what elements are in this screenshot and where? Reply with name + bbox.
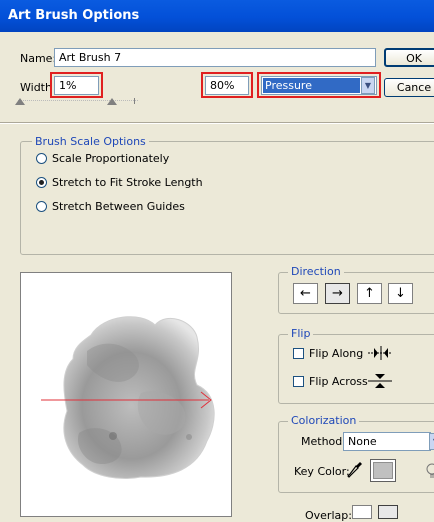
direction-title: Direction bbox=[288, 265, 344, 278]
slider-tick bbox=[134, 98, 135, 104]
window-title: Art Brush Options bbox=[8, 8, 140, 23]
overlap-label: Overlap: bbox=[305, 509, 352, 522]
max-width-input[interactable]: 80% bbox=[205, 76, 249, 95]
title-bar: Art Brush Options bbox=[0, 0, 434, 32]
brush-blob-image bbox=[41, 316, 215, 479]
name-label: Name: bbox=[20, 52, 57, 65]
variation-value: Pressure bbox=[263, 78, 360, 93]
key-color-swatch bbox=[373, 462, 393, 479]
flip-across-label: Flip Across bbox=[309, 375, 368, 388]
direction-up-button[interactable]: ↑ bbox=[357, 283, 382, 304]
max-slider-handle[interactable] bbox=[107, 98, 117, 105]
stretch-between-guides-label: Stretch Between Guides bbox=[52, 200, 185, 213]
cancel-button[interactable]: Cance bbox=[384, 78, 434, 97]
separator bbox=[0, 122, 434, 124]
direction-down-button[interactable]: ↓ bbox=[388, 283, 413, 304]
brush-scale-title: Brush Scale Options bbox=[32, 135, 149, 148]
flip-title: Flip bbox=[288, 327, 314, 340]
direction-right-button[interactable]: → bbox=[325, 283, 350, 304]
radio-scale-proportionately[interactable] bbox=[36, 153, 47, 164]
brush-preview bbox=[20, 272, 232, 517]
method-dropdown-chevron-icon[interactable]: ▼ bbox=[429, 433, 434, 450]
width-label: Width bbox=[20, 81, 52, 94]
flip-across-checkbox[interactable] bbox=[293, 376, 304, 387]
flip-along-label: Flip Along bbox=[309, 347, 364, 360]
min-width-input[interactable]: 1% bbox=[54, 76, 99, 95]
flip-along-checkbox[interactable] bbox=[293, 348, 304, 359]
method-label: Method: bbox=[301, 435, 346, 448]
name-input[interactable]: Art Brush 7 bbox=[54, 48, 376, 67]
colorization-title: Colorization bbox=[288, 414, 360, 427]
tips-lightbulb-icon[interactable] bbox=[424, 462, 434, 480]
width-slider-track bbox=[18, 100, 138, 102]
chevron-down-icon[interactable]: ▼ bbox=[361, 77, 375, 94]
radio-stretch-between-guides[interactable] bbox=[36, 201, 47, 212]
key-color-label: Key Color: bbox=[294, 465, 350, 478]
stretch-to-fit-label: Stretch to Fit Stroke Length bbox=[52, 176, 203, 189]
flip-group bbox=[278, 334, 434, 404]
flip-across-icon bbox=[368, 374, 392, 388]
scale-proportionately-label: Scale Proportionately bbox=[52, 152, 170, 165]
key-color-swatch-frame[interactable] bbox=[370, 459, 396, 482]
ok-button[interactable]: OK bbox=[384, 48, 434, 67]
min-slider-handle[interactable] bbox=[15, 98, 25, 105]
flip-along-icon bbox=[368, 346, 392, 360]
radio-stretch-to-fit[interactable] bbox=[36, 177, 47, 188]
variation-select[interactable]: Pressure ▼ bbox=[261, 76, 377, 95]
eyedropper-icon[interactable] bbox=[346, 460, 364, 480]
method-select[interactable]: None bbox=[343, 432, 431, 451]
direction-left-button[interactable]: ← bbox=[293, 283, 318, 304]
